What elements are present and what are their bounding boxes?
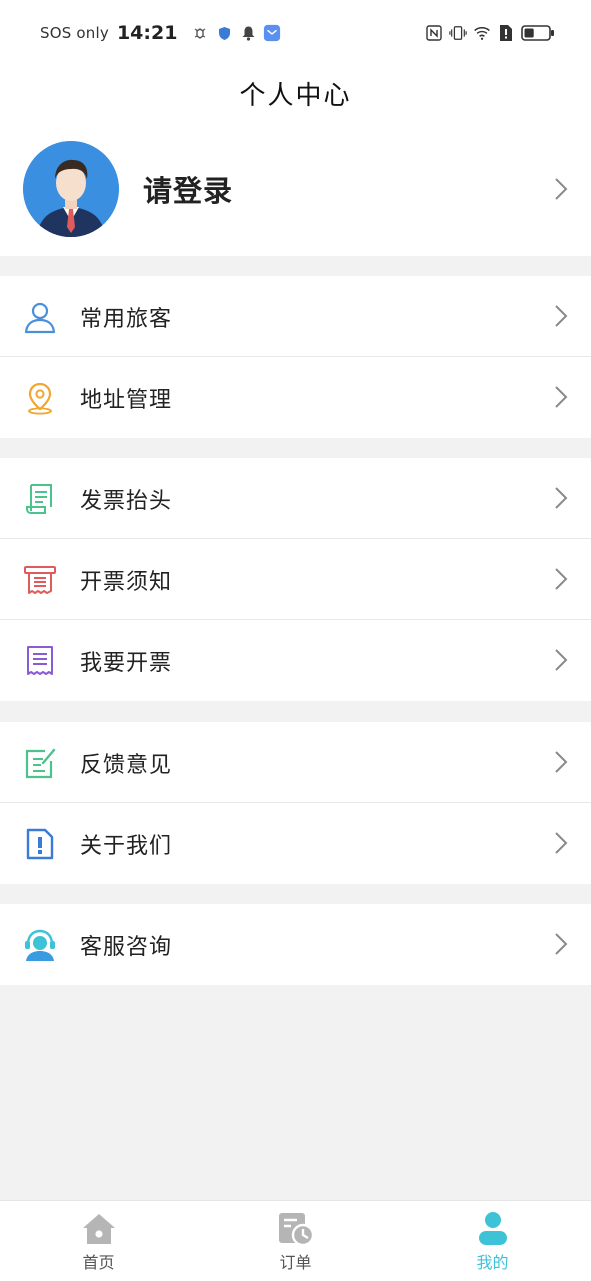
status-icons-right — [425, 20, 555, 46]
menu-item-request-invoice[interactable]: 我要开票 — [0, 619, 591, 701]
menu-group-about: 反馈意见 关于我们 — [0, 722, 591, 884]
home-icon — [80, 1211, 118, 1247]
app-badge-icon — [263, 24, 281, 42]
customer-service-icon — [22, 927, 58, 963]
feedback-edit-icon — [22, 745, 58, 781]
menu-label: 常用旅客 — [80, 306, 173, 332]
chevron-right-icon — [555, 178, 568, 200]
menu-label: 反馈意见 — [80, 752, 173, 778]
status-left: SOS only 14:21 — [40, 20, 281, 46]
chevron-right-icon — [555, 933, 568, 955]
carrier-text: SOS only — [40, 24, 109, 42]
menu-item-invoice-title[interactable]: 发票抬头 — [0, 458, 591, 539]
status-icons-left — [191, 24, 281, 42]
menu-label: 关于我们 — [80, 833, 173, 859]
login-profile-row[interactable]: 请登录 — [0, 122, 591, 256]
menu-label: 开票须知 — [80, 569, 173, 595]
menu-item-feedback[interactable]: 反馈意见 — [0, 722, 591, 803]
clock: 14:21 — [116, 22, 178, 44]
menu-item-about-us[interactable]: 关于我们 — [0, 802, 591, 884]
menu-item-invoicing-notice[interactable]: 开票须知 — [0, 538, 591, 620]
nav-tab-home[interactable]: 首页 — [0, 1201, 197, 1281]
location-pin-icon — [22, 380, 58, 416]
bug-icon — [191, 24, 209, 42]
bottom-navigation: 首页 订单 我的 — [0, 1200, 591, 1281]
nav-tab-mine[interactable]: 我的 — [394, 1201, 591, 1281]
chevron-right-icon — [555, 832, 568, 854]
page-title: 个人中心 — [239, 80, 352, 111]
chevron-right-icon — [555, 305, 568, 327]
shield-icon — [215, 24, 233, 42]
chevron-right-icon — [555, 386, 568, 408]
menu-label: 发票抬头 — [80, 488, 173, 514]
menu-group-service: 客服咨询 — [0, 904, 591, 985]
vibrate-icon — [449, 24, 467, 42]
user-icon — [474, 1211, 512, 1247]
menu-label: 我要开票 — [80, 650, 173, 676]
status-bar: SOS only 14:21 — [0, 0, 591, 64]
wifi-icon — [473, 24, 491, 42]
nav-tab-orders[interactable]: 订单 — [197, 1201, 394, 1281]
info-document-icon — [22, 826, 58, 862]
nav-label: 我的 — [476, 1253, 509, 1272]
chevron-right-icon — [555, 751, 568, 773]
menu-item-customer-service[interactable]: 客服咨询 — [0, 904, 591, 985]
document-icon — [22, 643, 58, 679]
menu-label: 地址管理 — [80, 387, 173, 413]
menu-group-travel: 常用旅客 地址管理 — [0, 276, 591, 438]
menu-item-frequent-passengers[interactable]: 常用旅客 — [0, 276, 591, 357]
nav-label: 首页 — [82, 1253, 115, 1272]
order-clock-icon — [277, 1211, 315, 1247]
chevron-right-icon — [555, 568, 568, 590]
chevron-right-icon — [555, 649, 568, 671]
bell-icon — [239, 24, 257, 42]
login-label[interactable]: 请登录 — [143, 168, 591, 210]
title-bar: 个人中心 — [0, 64, 591, 122]
chevron-right-icon — [555, 487, 568, 509]
menu-group-invoice: 发票抬头 开票须知 我要开票 — [0, 458, 591, 701]
sim-alert-icon — [497, 24, 515, 42]
menu-label: 客服咨询 — [80, 934, 173, 960]
menu-item-address-management[interactable]: 地址管理 — [0, 356, 591, 438]
nfc-icon — [425, 24, 443, 42]
receipt-icon — [22, 562, 58, 598]
avatar[interactable] — [23, 141, 119, 237]
invoice-scroll-icon — [22, 481, 58, 517]
person-icon — [22, 299, 58, 335]
nav-label: 订单 — [279, 1253, 312, 1272]
battery-icon — [521, 24, 555, 42]
